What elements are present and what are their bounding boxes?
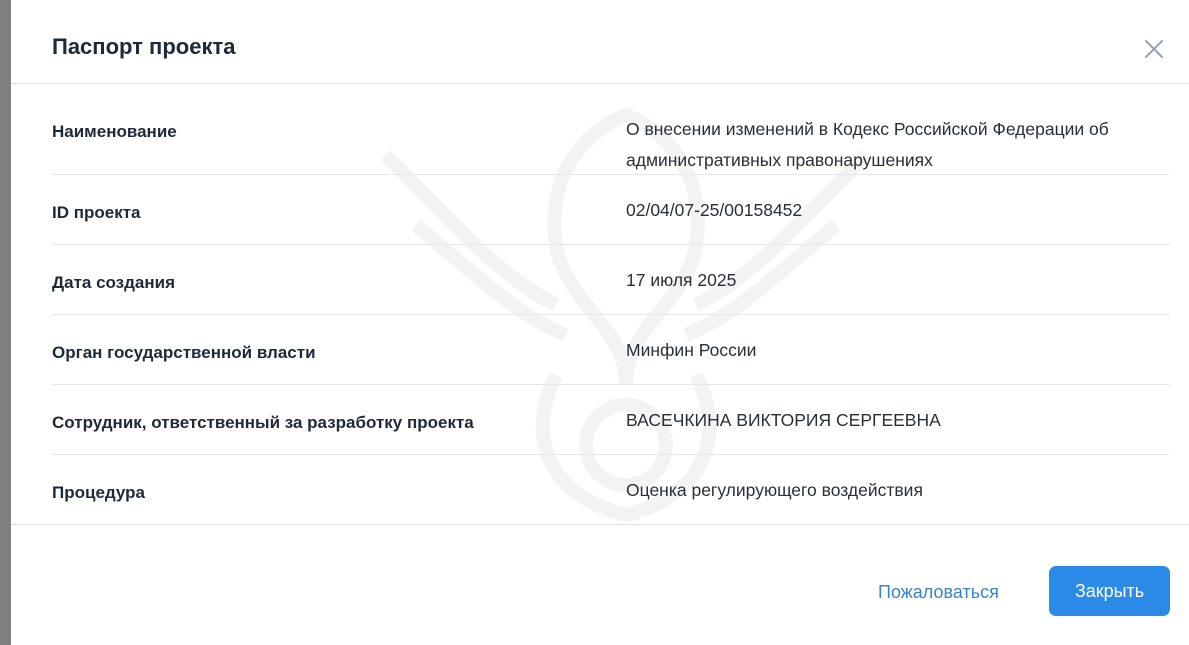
close-icon[interactable] bbox=[1141, 36, 1167, 62]
row-value: Оценка регулирующего воздействия bbox=[626, 480, 923, 500]
project-passport-modal: Паспорт проекта Наименование О внесении … bbox=[11, 0, 1189, 645]
modal-title: Паспорт проекта bbox=[52, 34, 236, 59]
table-row: ID проекта 02/04/07-25/00158452 bbox=[52, 175, 1170, 245]
row-value: Минфин России bbox=[626, 340, 757, 360]
table-row: Наименование О внесении изменений в Коде… bbox=[52, 105, 1170, 175]
modal-header: Паспорт проекта bbox=[11, 0, 1189, 84]
row-value: ВАСЕЧКИНА ВИКТОРИЯ СЕРГЕЕВНА bbox=[626, 410, 941, 430]
row-value: 17 июля 2025 bbox=[626, 270, 737, 290]
footer-divider bbox=[11, 524, 1189, 525]
table-row: Орган государственной власти Минфин Росс… bbox=[52, 315, 1170, 385]
table-row: Дата создания 17 июля 2025 bbox=[52, 245, 1170, 315]
row-value: О внесении изменений в Кодекс Российской… bbox=[626, 119, 1109, 170]
row-label: Процедура bbox=[52, 483, 145, 502]
table-row: Процедура Оценка регулирующего воздейств… bbox=[52, 455, 1170, 525]
close-button[interactable]: Закрыть bbox=[1049, 566, 1170, 616]
row-label: ID проекта bbox=[52, 203, 141, 222]
complain-link[interactable]: Пожаловаться bbox=[878, 582, 999, 603]
row-label: Сотрудник, ответственный за разработку п… bbox=[52, 413, 474, 432]
table-row: Сотрудник, ответственный за разработку п… bbox=[52, 385, 1170, 455]
row-label: Орган государственной власти bbox=[52, 343, 316, 362]
row-value: 02/04/07-25/00158452 bbox=[626, 200, 803, 220]
row-label: Дата создания bbox=[52, 273, 176, 292]
passport-table: Наименование О внесении изменений в Коде… bbox=[52, 105, 1170, 525]
row-label: Наименование bbox=[52, 122, 177, 141]
